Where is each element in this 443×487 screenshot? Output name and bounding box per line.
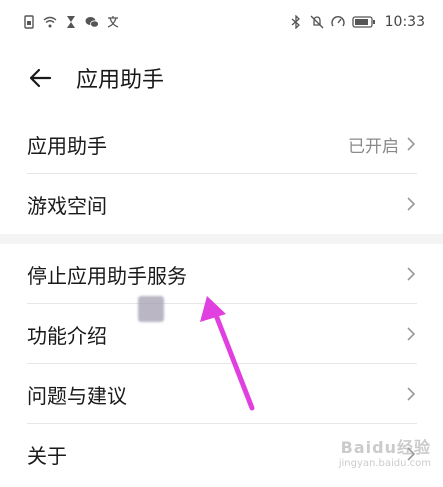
page-title: 应用助手 bbox=[76, 68, 165, 93]
list-item-label: 问题与建议 bbox=[27, 383, 127, 408]
list-item-label: 应用助手 bbox=[27, 133, 107, 158]
list-item-game-space[interactable]: 游戏空间 bbox=[0, 174, 443, 234]
status-right-icons: 10:33 bbox=[289, 14, 425, 30]
list-item-right bbox=[405, 265, 417, 283]
list-item-features[interactable]: 功能介绍 bbox=[0, 304, 443, 364]
mute-icon bbox=[310, 15, 324, 29]
battery-icon bbox=[351, 15, 376, 29]
list-item-app-assistant[interactable]: 应用助手 已开启 bbox=[0, 114, 443, 174]
hourglass-icon bbox=[64, 15, 78, 29]
list-item-label: 关于 bbox=[27, 443, 67, 468]
chevron-right-icon bbox=[405, 265, 417, 283]
status-value: 已开启 bbox=[348, 136, 399, 157]
list-item-stop-service[interactable]: 停止应用助手服务 bbox=[0, 244, 443, 304]
list-item-right bbox=[405, 385, 417, 403]
watermark-logo: Baidu经验 bbox=[340, 438, 431, 457]
list-item-right: 已开启 bbox=[348, 132, 417, 157]
header: 应用助手 bbox=[0, 50, 443, 106]
list-item-label: 功能介绍 bbox=[27, 323, 107, 348]
wifi-icon bbox=[43, 15, 57, 29]
status-time: 10:33 bbox=[384, 14, 425, 30]
list-item-right bbox=[405, 325, 417, 343]
status-bar: 10:33 bbox=[0, 0, 443, 44]
wechat-icon bbox=[85, 15, 99, 29]
back-arrow-icon[interactable] bbox=[26, 64, 54, 92]
chevron-right-icon bbox=[405, 325, 417, 343]
list-item-right bbox=[405, 195, 417, 213]
redacted-smudge bbox=[138, 296, 164, 322]
list-item-feedback[interactable]: 问题与建议 bbox=[0, 364, 443, 424]
chevron-right-icon bbox=[405, 385, 417, 403]
translate-icon bbox=[106, 15, 120, 29]
chevron-right-icon bbox=[405, 195, 417, 213]
speed-icon bbox=[330, 15, 345, 29]
section-divider bbox=[0, 234, 443, 244]
chevron-right-icon bbox=[405, 135, 417, 153]
watermark-url: jingyan.baidu.com bbox=[338, 458, 431, 469]
list-item-label: 游戏空间 bbox=[27, 193, 107, 218]
status-left-icons bbox=[22, 15, 120, 29]
settings-list-top: 应用助手 已开启 游戏空间 bbox=[0, 114, 443, 234]
sim-icon bbox=[22, 15, 36, 29]
bluetooth-icon bbox=[289, 15, 303, 29]
watermark: Baidu经验 jingyan.baidu.com bbox=[339, 434, 431, 469]
list-item-label: 停止应用助手服务 bbox=[27, 263, 187, 288]
